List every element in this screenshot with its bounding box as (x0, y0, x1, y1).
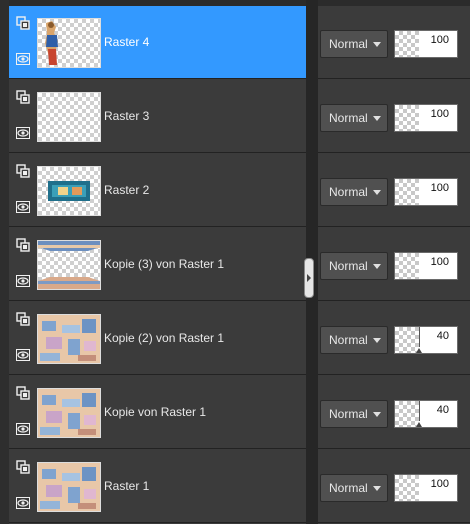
opacity-fill (395, 105, 419, 131)
opacity-slider[interactable]: 40 (394, 326, 458, 354)
layer-name[interactable]: Kopie von Raster 1 (104, 405, 206, 419)
collapse-handle[interactable] (304, 258, 314, 298)
layers-panel: Raster 4 Normal 100 Raster 3 Normal 100 Raster… (0, 0, 470, 524)
opacity-value: 100 (430, 182, 449, 194)
blend-mode-label: Normal (329, 407, 368, 421)
blend-mode-select[interactable]: Normal (320, 30, 388, 58)
panel-left-edge (0, 0, 9, 524)
blend-mode-label: Normal (329, 481, 368, 495)
opacity-slider[interactable]: 100 (394, 252, 458, 280)
blend-mode-select[interactable]: Normal (320, 104, 388, 132)
layer-properties: Normal 100 (318, 80, 470, 153)
layer-group-icon[interactable] (16, 386, 30, 400)
layer-row[interactable]: Raster 2 (9, 154, 306, 227)
layer-properties: Normal 100 (318, 6, 470, 79)
opacity-fill (395, 475, 419, 501)
opacity-marker[interactable] (416, 327, 422, 353)
layer-row[interactable]: Kopie (2) von Raster 1 (9, 302, 306, 375)
layer-thumbnail (37, 388, 101, 438)
layer-thumbnail (37, 314, 101, 364)
layer-name[interactable]: Raster 3 (104, 109, 149, 123)
opacity-slider[interactable]: 100 (394, 178, 458, 206)
blend-mode-select[interactable]: Normal (320, 252, 388, 280)
blend-mode-label: Normal (329, 185, 368, 199)
chevron-down-icon (373, 264, 381, 269)
opacity-value: 40 (436, 404, 449, 416)
layer-row[interactable]: Kopie (3) von Raster 1 (9, 228, 306, 301)
layer-properties: Normal 100 (318, 228, 470, 301)
layer-row[interactable]: Raster 1 (9, 450, 306, 523)
eye-icon[interactable] (16, 274, 30, 287)
eye-icon[interactable] (16, 52, 30, 65)
blend-mode-select[interactable]: Normal (320, 178, 388, 206)
layer-name[interactable]: Kopie (2) von Raster 1 (104, 331, 224, 345)
layer-properties: Normal 100 (318, 154, 470, 227)
layer-row[interactable]: Kopie von Raster 1 (9, 376, 306, 449)
eye-icon[interactable] (16, 496, 30, 509)
layer-group-icon[interactable] (16, 164, 30, 178)
layer-properties: Normal 100 (318, 450, 470, 523)
layer-name[interactable]: Kopie (3) von Raster 1 (104, 257, 224, 271)
opacity-slider[interactable]: 100 (394, 30, 458, 58)
opacity-marker[interactable] (416, 401, 422, 427)
opacity-fill (395, 253, 419, 279)
eye-icon[interactable] (16, 126, 30, 139)
layer-thumbnail (37, 92, 101, 142)
layer-name[interactable]: Raster 2 (104, 183, 149, 197)
blend-mode-label: Normal (329, 259, 368, 273)
blend-mode-select[interactable]: Normal (320, 474, 388, 502)
layer-group-icon[interactable] (16, 460, 30, 474)
layer-row[interactable]: Raster 4 (9, 6, 306, 79)
opacity-fill (395, 179, 419, 205)
opacity-value: 40 (436, 330, 449, 342)
chevron-down-icon (373, 486, 381, 491)
chevron-down-icon (373, 190, 381, 195)
chevron-down-icon (373, 412, 381, 417)
opacity-slider[interactable]: 40 (394, 400, 458, 428)
layer-thumbnail (37, 166, 101, 216)
layer-thumbnail (37, 462, 101, 512)
opacity-value: 100 (430, 256, 449, 268)
opacity-slider[interactable]: 100 (394, 104, 458, 132)
chevron-down-icon (373, 338, 381, 343)
layer-group-icon[interactable] (16, 312, 30, 326)
blend-mode-select[interactable]: Normal (320, 326, 388, 354)
eye-icon[interactable] (16, 422, 30, 435)
opacity-value: 100 (430, 108, 449, 120)
layer-row[interactable]: Raster 3 (9, 80, 306, 153)
eye-icon[interactable] (16, 200, 30, 213)
eye-icon[interactable] (16, 348, 30, 361)
layer-name[interactable]: Raster 4 (104, 35, 149, 49)
opacity-fill (395, 31, 419, 57)
layer-group-icon[interactable] (16, 90, 30, 104)
blend-mode-label: Normal (329, 333, 368, 347)
layer-name[interactable]: Raster 1 (104, 479, 149, 493)
layer-thumbnail (37, 18, 101, 68)
layer-group-icon[interactable] (16, 238, 30, 252)
blend-mode-select[interactable]: Normal (320, 400, 388, 428)
layer-properties: Normal 40 (318, 376, 470, 449)
opacity-value: 100 (430, 478, 449, 490)
blend-mode-label: Normal (329, 37, 368, 51)
layer-thumbnail (37, 240, 101, 290)
opacity-slider[interactable]: 100 (394, 474, 458, 502)
chevron-down-icon (373, 116, 381, 121)
blend-mode-label: Normal (329, 111, 368, 125)
opacity-value: 100 (430, 34, 449, 46)
layer-group-icon[interactable] (16, 16, 30, 30)
layer-properties: Normal 40 (318, 302, 470, 375)
chevron-down-icon (373, 42, 381, 47)
